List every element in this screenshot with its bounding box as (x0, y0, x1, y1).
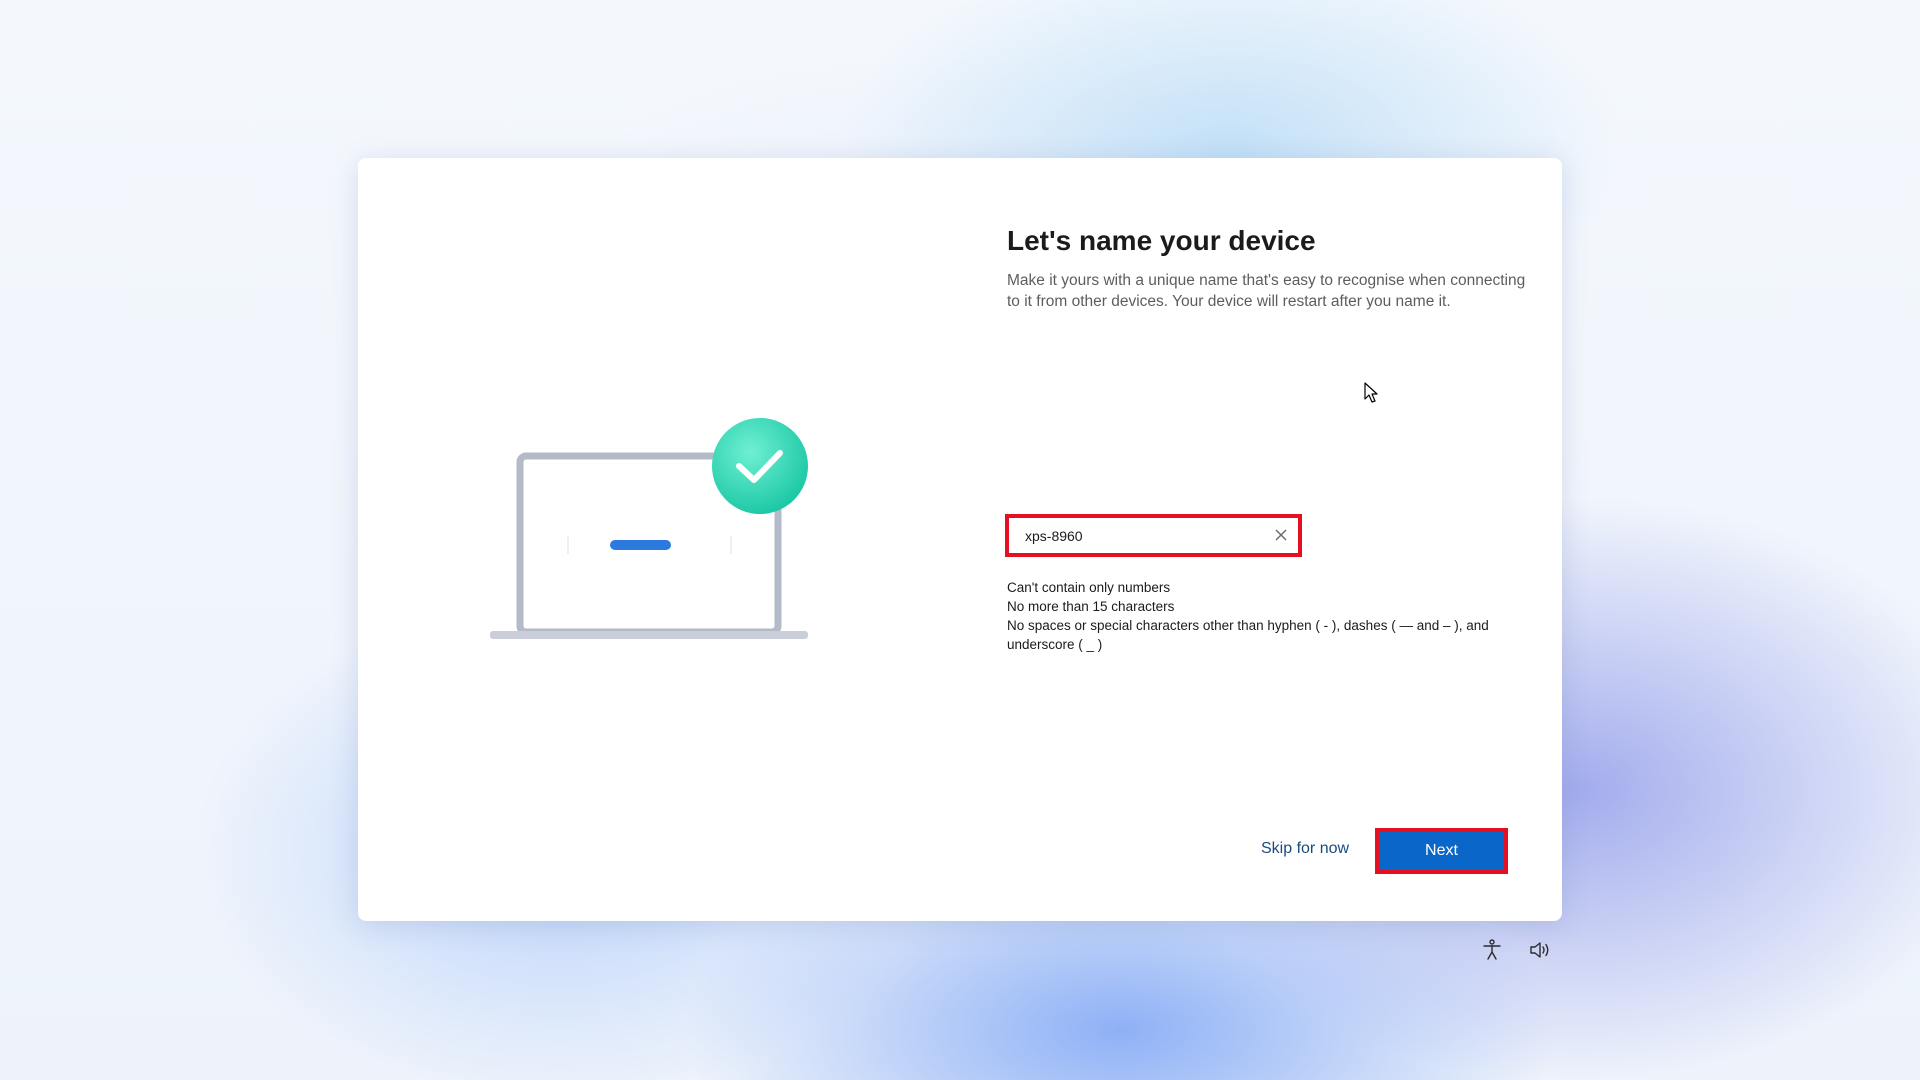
accessibility-icon[interactable] (1480, 938, 1504, 962)
volume-icon[interactable] (1528, 938, 1552, 962)
device-name-input[interactable] (1025, 524, 1255, 548)
progress-dash (610, 540, 671, 550)
rule-item: No spaces or special characters other th… (1007, 618, 1489, 652)
dialog-content: Let's name your device Make it yours wit… (1007, 224, 1527, 312)
rule-item: No more than 15 characters (1007, 599, 1175, 614)
device-name-field[interactable] (1005, 514, 1302, 557)
name-rules: Can't contain only numbers No more than … (1007, 578, 1517, 654)
check-badge (712, 418, 808, 514)
page-description: Make it yours with a unique name that's … (1007, 272, 1526, 310)
mouse-pointer-icon (1364, 382, 1378, 403)
laptop-check-illustration (490, 418, 808, 639)
rule-item: Can't contain only numbers (1007, 580, 1171, 595)
desktop-background: Let's name your device Make it yours wit… (0, 0, 1920, 1080)
close-icon[interactable] (1272, 526, 1290, 544)
page-title: Let's name your device (1007, 225, 1316, 256)
next-button[interactable]: Next (1375, 828, 1508, 874)
skip-for-now-link[interactable]: Skip for now (1261, 840, 1349, 858)
laptop-base (490, 631, 808, 639)
setup-dialog: Let's name your device Make it yours wit… (358, 158, 1562, 921)
